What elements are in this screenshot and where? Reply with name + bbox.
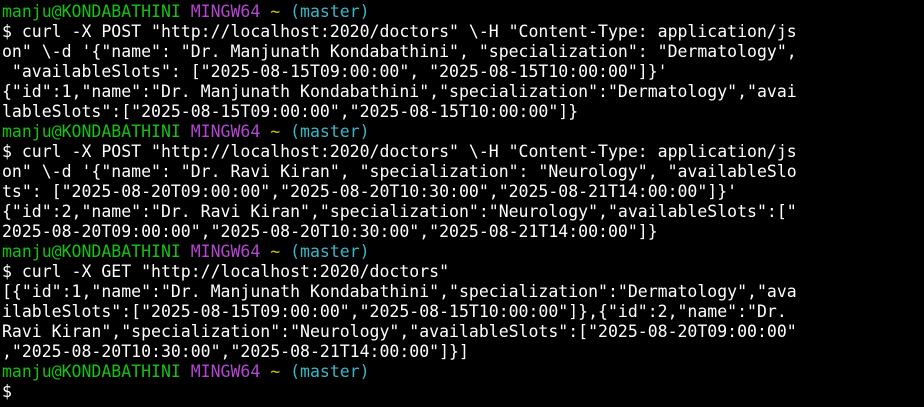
prompt-user-host: manju@KONDABATHINI xyxy=(2,2,181,21)
prompt-path: ~ xyxy=(270,242,281,261)
output-line: lableSlots":["2025-08-15T09:00:00","2025… xyxy=(2,102,579,121)
command-line: ts": ["2025-08-20T09:00:00","2025-08-20T… xyxy=(2,182,738,201)
output-line: ilableSlots":["2025-08-15T09:00:00","202… xyxy=(2,302,787,321)
command-line: $ curl -X GET "http://localhost:2020/doc… xyxy=(2,262,450,281)
prompt-user-host: manju@KONDABATHINI xyxy=(2,362,181,381)
output-line: Ravi Kiran","specialization":"Neurology"… xyxy=(2,322,797,341)
prompt-user-host: manju@KONDABATHINI xyxy=(2,242,181,261)
prompt-branch: (master) xyxy=(290,122,370,141)
prompt-branch: (master) xyxy=(290,362,370,381)
command-line: on" \-d '{"name": "Dr. Manjunath Kondaba… xyxy=(2,42,797,61)
output-line: {"id":2,"name":"Dr. Ravi Kiran","special… xyxy=(2,202,797,221)
prompt-path: ~ xyxy=(270,122,281,141)
terminal-window[interactable]: manju@KONDABATHINI MINGW64 ~ (master) $ … xyxy=(0,0,924,407)
prompt-user-host: manju@KONDABATHINI xyxy=(2,122,181,141)
output-line: 2025-08-20T09:00:00","2025-08-20T10:30:0… xyxy=(2,222,658,241)
prompt-system: MINGW64 xyxy=(190,122,261,141)
prompt-system: MINGW64 xyxy=(190,242,261,261)
prompt-branch: (master) xyxy=(290,2,370,21)
prompt-path: ~ xyxy=(270,2,281,21)
prompt-line: manju@KONDABATHINI MINGW64 ~ (master) xyxy=(2,122,924,142)
command-line: $ curl -X POST "http://localhost:2020/do… xyxy=(2,142,797,161)
prompt-path: ~ xyxy=(270,362,281,381)
output-line: ,"2025-08-20T10:30:00","2025-08-21T14:00… xyxy=(2,342,469,361)
command-line: $ curl -X POST "http://localhost:2020/do… xyxy=(2,22,797,41)
prompt-line: manju@KONDABATHINI MINGW64 ~ (master) xyxy=(2,362,924,382)
prompt-line: manju@KONDABATHINI MINGW64 ~ (master) xyxy=(2,2,924,22)
prompt-branch: (master) xyxy=(290,242,370,261)
command-line: "availableSlots": ["2025-08-15T09:00:00"… xyxy=(2,62,668,81)
output-line: [{"id":1,"name":"Dr. Manjunath Kondabath… xyxy=(2,282,797,301)
prompt-system: MINGW64 xyxy=(190,2,261,21)
output-line: {"id":1,"name":"Dr. Manjunath Kondabathi… xyxy=(2,82,797,101)
prompt-line: manju@KONDABATHINI MINGW64 ~ (master) xyxy=(2,242,924,262)
command-input-line[interactable]: $ xyxy=(2,382,924,402)
command-line: on" \-d '{"name": "Dr. Ravi Kiran", "spe… xyxy=(2,162,797,181)
prompt-system: MINGW64 xyxy=(190,362,261,381)
